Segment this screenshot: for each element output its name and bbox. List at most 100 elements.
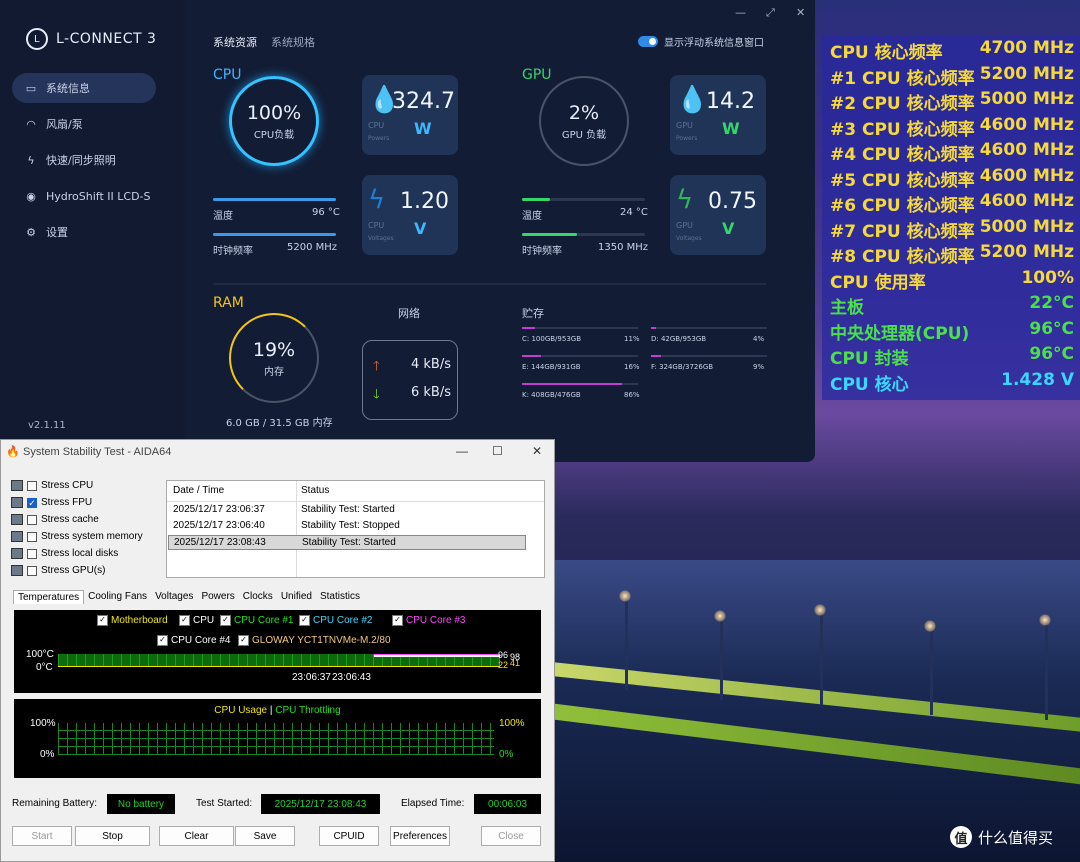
storage-bar [651,355,767,357]
sidebar-item-label: 设置 [46,226,68,239]
legend-item[interactable]: ✓ CPU Core #1 [220,615,293,626]
wallpaper-lamp-light [619,590,631,602]
cpu-power-caption: CPU [368,121,385,130]
legend-item[interactable]: ✓ Motherboard [97,615,168,626]
cpuid-button[interactable]: CPUID [319,826,379,846]
legend-checkbox[interactable]: ✓ [299,615,310,626]
osd-row-value: 96°C [1029,318,1074,339]
wallpaper-lamp [930,625,933,715]
tab-clocks[interactable]: Clocks [239,590,277,604]
gear-icon: ⚙ [26,225,36,239]
legend-checkbox[interactable]: ✓ [238,635,249,646]
minimize-button[interactable]: — [456,444,468,458]
maximize-button[interactable]: ⤢ [766,6,775,20]
stop-button[interactable]: Stop [75,826,150,846]
osd-row-value: 4600 MHz [979,165,1074,186]
sidebar-item-system-info[interactable]: ▭ 系统信息 [12,73,156,103]
table-row[interactable]: 2025/12/17 23:08:43 Stability Test: Start… [168,535,526,550]
stress-checkbox[interactable] [27,480,37,491]
legend-item[interactable]: ✓ GLOWAY YCT1TNVMe-M.2/80 [238,635,391,646]
cpu-voltage-subcaption: Voltages [368,235,394,242]
wallpaper-lamp-light [1039,614,1051,626]
start-button[interactable]: Start [12,826,72,846]
legend-checkbox[interactable]: ✓ [392,615,403,626]
cpu-power-card: 💧 324.7 W CPU Powers [362,75,458,155]
fan-icon: ◠ [26,117,36,131]
tab-system-specs[interactable]: 系统规格 [271,34,315,50]
save-button[interactable]: Save [235,826,295,846]
osd-row-value: 5200 MHz [979,242,1074,262]
col-status[interactable]: Status [301,485,329,496]
drop-icon: 💧 [676,85,709,115]
aida64-flame-icon: 🔥 [6,446,20,458]
close-button[interactable]: ✕ [796,6,805,19]
aida-tabs: Temperatures Cooling Fans Voltages Powers Cl… [13,590,364,604]
cpu-clock-label: 时钟频率 [213,246,253,257]
legend-checkbox[interactable]: ✓ [220,615,231,626]
stress-checkbox[interactable] [27,565,37,576]
preferences-button[interactable]: Preferences [390,826,450,846]
tab-statistics[interactable]: Statistics [316,590,364,604]
sidebar-item-fan-pump[interactable]: ◠ 风扇/泵 [12,109,156,139]
usage-axis-top: 100% [30,718,56,729]
stress-checkbox[interactable] [27,548,37,559]
stress-checkbox[interactable] [27,531,37,542]
legend-item[interactable]: ✓ CPU [179,615,214,626]
legend-item[interactable]: ✓ CPU Core #2 [299,615,372,626]
stress-checkbox[interactable]: ✓ [27,497,37,508]
temperature-graph: ✓ Motherboard ✓ CPU ✓ CPU Core #1 ✓ CPU Core #2… [14,610,541,693]
legend-checkbox[interactable]: ✓ [157,635,168,646]
tab-voltages[interactable]: Voltages [151,590,197,604]
test-started-value: 2025/12/17 23:08:43 [261,794,380,814]
tab-temperatures[interactable]: Temperatures [13,590,85,604]
window-title: System Stability Test - AIDA64 [23,446,172,458]
sidebar-item-hydroshift[interactable]: ◉ HydroShift II LCD-S [12,181,156,211]
wallpaper-lamp-light [924,620,936,632]
stress-option-label: Stress local disks [41,548,119,559]
log-status: Stability Test: Stopped [301,520,400,531]
cpu-load-value: 100% [246,101,302,124]
tab-powers[interactable]: Powers [197,590,238,604]
tab-cooling-fans[interactable]: Cooling Fans [84,590,151,604]
legend-item[interactable]: ✓ CPU Core #3 [392,615,465,626]
tab-system-resources[interactable]: 系统资源 [213,34,257,50]
stress-option: Stress system memory [11,531,143,542]
table-row[interactable]: 2025/12/17 23:06:37 Stability Test: Start… [168,503,526,518]
log-header: Date / Time Status [167,481,544,502]
osd-row-value: 1.428 V [1001,369,1074,390]
sidebar-item-lighting[interactable]: ϟ 快速/同步照明 [12,145,156,175]
osd-row-value: 4600 MHz [979,140,1074,160]
temp-time-label-overlap: 23:06:43 [332,672,371,683]
close-app-button[interactable]: Close [481,826,541,846]
clear-button[interactable]: Clear [159,826,234,846]
stress-option: ✓ Stress FPU [11,497,92,508]
maximize-button[interactable]: ☐ [492,444,503,458]
osd-row: CPU 核心频率 4700 MHz [830,38,1074,63]
storage-fill [522,355,541,357]
sidebar-item-settings[interactable]: ⚙ 设置 [12,217,156,247]
legend-checkbox[interactable]: ✓ [97,615,108,626]
legend-checkbox[interactable]: ✓ [179,615,190,626]
gpu-load-gauge: 2% GPU 负载 [539,76,629,166]
motherboard-temp-line [58,666,500,667]
gpu-temp-value: 24 °C [620,207,648,218]
toggle-switch[interactable] [638,36,658,47]
app-title: L-CONNECT 3 [56,31,157,47]
tab-unified[interactable]: Unified [277,590,316,604]
osd-row: #4 CPU 核心频率 4600 MHz [830,140,1074,165]
legend-item[interactable]: ✓ CPU Core #4 [157,635,230,646]
stress-checkbox[interactable] [27,514,37,525]
floating-window-toggle[interactable]: 显示浮动系统信息窗口 [638,34,764,49]
cpu-voltage-unit: V [414,219,427,238]
core3-temp-line [374,654,500,655]
osd-row-value: 5200 MHz [979,63,1074,84]
table-row[interactable]: 2025/12/17 23:06:40 Stability Test: Stopp… [168,519,526,534]
minimize-button[interactable]: — [735,6,746,19]
gpu-voltage-caption: GPU [676,221,693,230]
close-button[interactable]: ✕ [532,444,542,458]
remaining-battery-label: Remaining Battery: [12,798,98,809]
osd-row-value: 100% [1021,267,1074,288]
storage-drive-pct: 9% [753,363,765,371]
col-datetime[interactable]: Date / Time [173,485,224,496]
ram-usage-gauge: 19% 内存 [229,313,319,403]
